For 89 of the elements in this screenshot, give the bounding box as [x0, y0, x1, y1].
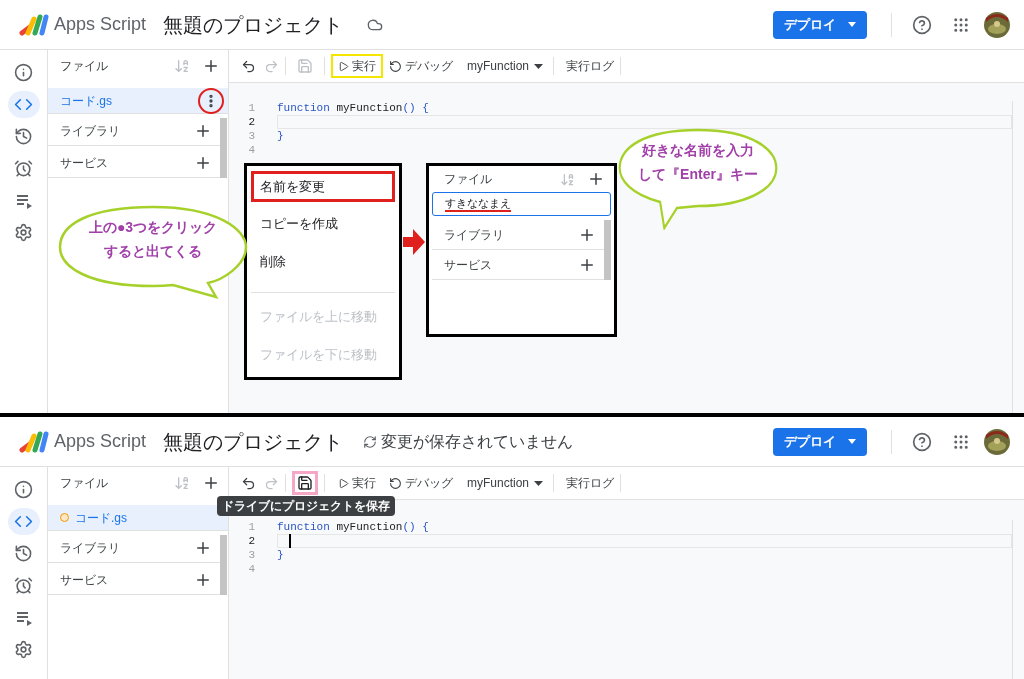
logo-icon: [18, 429, 50, 454]
section-heading: ライブラリ: [444, 226, 505, 244]
log-button[interactable]: 実行ログ: [566, 471, 615, 495]
avatar[interactable]: [984, 11, 1010, 38]
save-status: 変更が保存されていません: [381, 431, 573, 452]
menu-item[interactable]: 名前を変更: [251, 171, 395, 202]
alarm-clock-icon: [14, 576, 33, 595]
info-icon: [14, 480, 33, 499]
code-line: function myFunction() {: [277, 101, 430, 115]
caret-icon: [534, 63, 544, 69]
add-file-icon[interactable]: [202, 474, 220, 492]
undo-icon[interactable]: [241, 58, 256, 74]
callout-text: すると出てくる: [104, 242, 202, 261]
file-name: コード.gs: [75, 509, 128, 527]
line-number: 3: [247, 128, 255, 144]
log-button[interactable]: 実行ログ: [566, 54, 615, 78]
info-icon: [14, 63, 33, 82]
function-dropdown[interactable]: myFunction: [467, 54, 544, 78]
menu-item[interactable]: 削除: [251, 246, 395, 278]
rail-button[interactable]: [7, 91, 40, 118]
line-number: 4: [247, 561, 255, 577]
section-heading: サービス: [60, 571, 109, 589]
apps-grid-icon[interactable]: [952, 432, 970, 451]
line-number: 4: [247, 142, 255, 158]
project-title[interactable]: 無題のプロジェクト: [163, 9, 343, 40]
callout-text: 上の●3つをクリック: [88, 218, 218, 237]
add-file-icon[interactable]: [202, 57, 220, 75]
caret-icon: [534, 480, 544, 486]
more-button[interactable]: [198, 87, 224, 114]
line-number: 1: [247, 100, 255, 116]
caret-icon: [848, 439, 856, 444]
deploy-button[interactable]: デプロイ: [773, 427, 867, 456]
debug-button[interactable]: デバッグ: [389, 54, 453, 78]
callout-text: 好きな名前を入力: [642, 141, 754, 160]
sort-icon: [560, 171, 575, 187]
scrollbar[interactable]: [220, 118, 227, 178]
scrollbar[interactable]: [220, 535, 227, 595]
tooltip: ドライブにプロジェクトを保存: [217, 496, 395, 516]
save-icon: [297, 58, 313, 74]
section-heading: サービス: [444, 256, 493, 274]
help-icon[interactable]: [912, 431, 932, 452]
add-file-icon: [587, 170, 605, 188]
function-dropdown[interactable]: myFunction: [467, 471, 544, 495]
avatar[interactable]: [984, 428, 1010, 455]
rail-button[interactable]: [7, 508, 40, 535]
undo-icon[interactable]: [241, 475, 256, 491]
save-button[interactable]: [292, 471, 318, 495]
input-value: すきななまえ: [445, 196, 511, 212]
deploy-button[interactable]: デプロイ: [773, 10, 867, 39]
scrollbar: [604, 220, 611, 280]
code-line: function myFunction() {: [277, 520, 430, 534]
file-item[interactable]: コード.gs: [48, 88, 228, 114]
product-name: Apps Script: [54, 430, 147, 453]
logo-icon: [18, 12, 50, 37]
help-icon[interactable]: [912, 14, 932, 35]
caret-icon: [848, 22, 856, 27]
save-icon: [297, 475, 313, 491]
history-icon: [14, 544, 33, 563]
debug-button[interactable]: デバッグ: [389, 471, 453, 495]
debug-icon: [389, 59, 402, 73]
run-button[interactable]: 実行: [331, 471, 383, 495]
line-number: 2: [247, 114, 255, 130]
settings-icon: [14, 640, 33, 659]
code-line: }: [277, 129, 285, 143]
callout-text: して『Enter』キー: [638, 165, 758, 184]
line-number: 1: [247, 519, 255, 535]
history-icon: [14, 127, 33, 146]
files-heading: ファイル: [444, 171, 493, 188]
section-heading: ライブラリ: [60, 122, 121, 140]
files-heading: ファイル: [60, 58, 109, 75]
menu-item[interactable]: コピーを作成: [251, 208, 395, 240]
alarm-clock-icon: [14, 159, 33, 178]
play-icon: [338, 477, 349, 489]
code-line: }: [277, 548, 285, 562]
file-name-input[interactable]: すきななまえ: [432, 192, 611, 216]
apps-grid-icon[interactable]: [952, 15, 970, 34]
files-heading: ファイル: [60, 475, 109, 492]
play-icon: [338, 60, 349, 72]
section-heading: ライブラリ: [60, 539, 121, 557]
line-number: 3: [247, 547, 255, 563]
project-title[interactable]: 無題のプロジェクト: [163, 426, 343, 457]
debug-icon: [389, 476, 402, 490]
arrow-icon: [403, 229, 425, 255]
file-name: コード.gs: [60, 92, 113, 110]
product-name: Apps Script: [54, 13, 147, 36]
settings-icon: [14, 223, 33, 242]
line-number: 2: [247, 533, 255, 549]
section-heading: サービス: [60, 154, 109, 172]
run-button[interactable]: 実行: [331, 54, 383, 78]
